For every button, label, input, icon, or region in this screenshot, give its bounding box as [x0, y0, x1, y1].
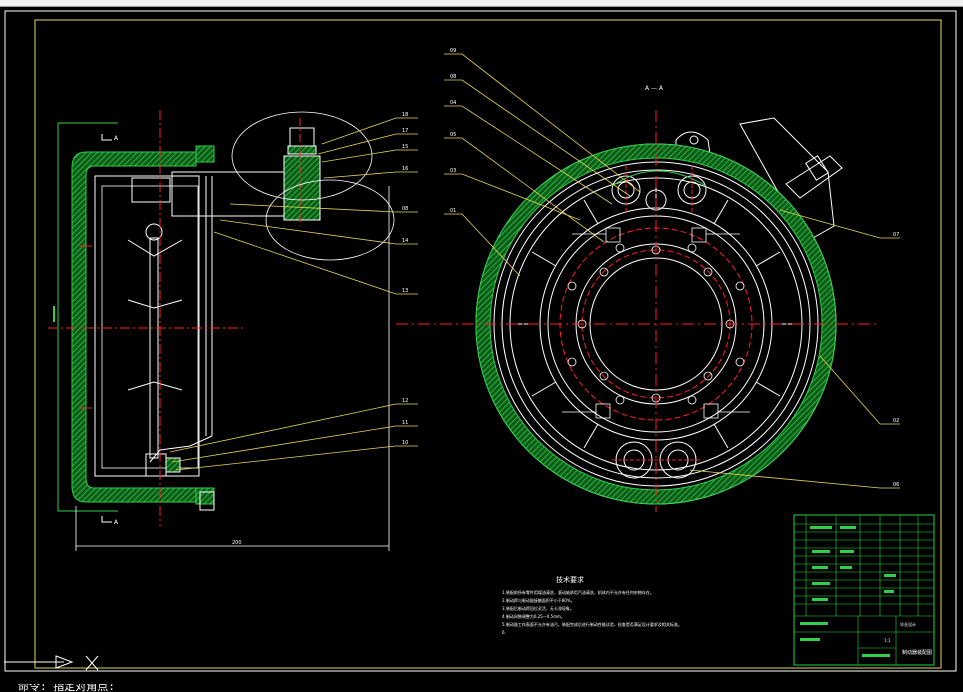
school-name: 毕业设计: [900, 621, 916, 627]
technical-notes: 技术要求 1.装配前所有零件用煤油清洗，滚动轴承用汽油清洗，机体内不允许有任何杂…: [502, 575, 682, 635]
tech-note: 5.制动鼓工作表面不允许有油污，装配完成后进行制动性能试验，检查是否满足设计要求…: [502, 621, 682, 627]
tech-note: 2.制动蹄与制动鼓接触面积不小于80%。: [502, 597, 575, 603]
section-label: A — A: [645, 85, 664, 92]
leader-label-right: 06: [893, 482, 899, 488]
leader-label-left: 17: [402, 128, 408, 134]
leader-label-left: 15: [402, 144, 408, 150]
section-view: A A 200 18 17 15 16 08 14 13 12 11 10: [48, 110, 418, 551]
leader-label-left: 12: [402, 398, 408, 404]
leader-label-left: 14: [402, 238, 408, 244]
leader-label-left: 18: [402, 112, 408, 118]
leader-label-left: 10: [402, 440, 408, 446]
leader-label-right: 02: [893, 418, 899, 424]
leader-label-left: 13: [402, 288, 408, 294]
leader-label-right: 01: [450, 208, 456, 214]
leader-label-right: 08: [450, 74, 456, 80]
title-block: 制动器装配图 毕业设计 1:1: [793, 514, 935, 666]
leader-label-left: 11: [402, 420, 408, 426]
tech-note: 4.制动间隙调整为0.25—0.5mm。: [502, 613, 565, 619]
section-mark-bottom: A: [114, 519, 119, 526]
leader-label-right: 07: [893, 232, 899, 238]
tech-note: 3.装配后制动蹄回位灵活，无卡滞现象。: [502, 605, 574, 611]
section-mark-top: A: [114, 135, 119, 142]
drawing-name: 制动器装配图: [902, 649, 932, 656]
leader-label-left: 08: [402, 206, 408, 212]
leader-label-right: 04: [450, 100, 456, 106]
command-line[interactable]: 命令: 指定对角点:: [0, 684, 963, 692]
tech-note: 6.: [502, 630, 506, 635]
cad-drawing-canvas[interactable]: A A 200 18 17 15 16 08 14 13 12 11 10 A …: [0, 6, 963, 684]
drawing-scale: 1:1: [884, 638, 891, 643]
tech-note: 1.装配前所有零件用煤油清洗，滚动轴承用汽油清洗，机体内不允许有任何杂物存在。: [502, 589, 654, 595]
dimension-label: 200: [232, 540, 242, 546]
leader-label-right: 03: [450, 168, 456, 174]
leader-label-right: 05: [450, 132, 456, 138]
leader-label-right: 09: [450, 48, 456, 54]
tech-title: 技术要求: [556, 575, 584, 584]
leader-label-left: 16: [402, 166, 408, 172]
front-view: A — A 09 08 04 05 03 01 07 02 06: [396, 48, 900, 512]
command-line-text: 命令: 指定对角点:: [18, 684, 115, 692]
